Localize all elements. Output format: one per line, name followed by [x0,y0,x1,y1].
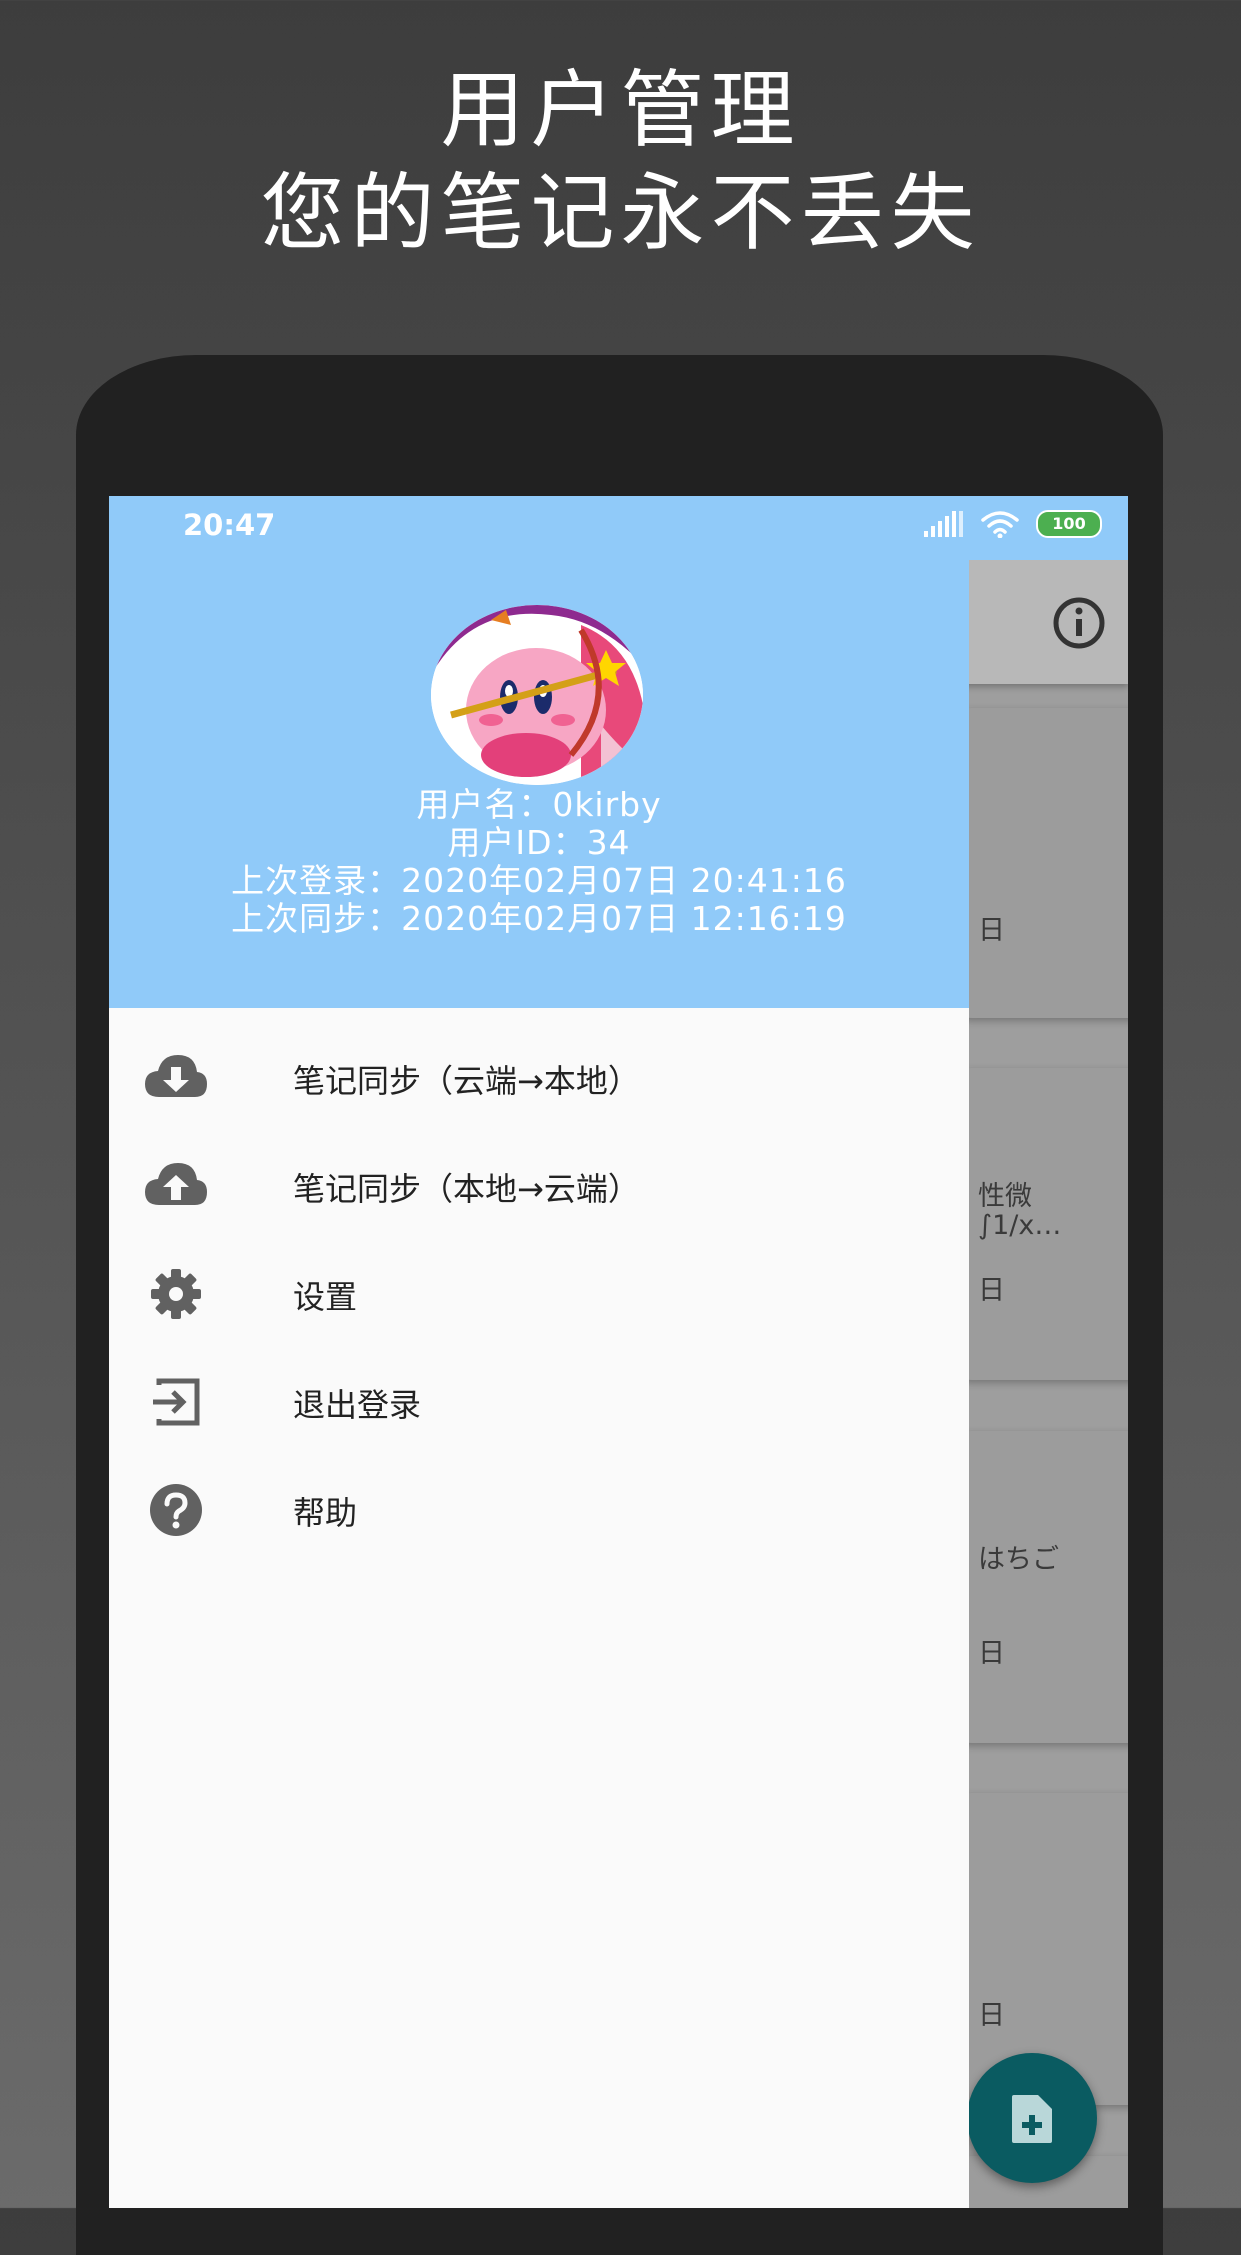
note-card[interactable]: 性微 ∫1/x… 日 [944,1068,1128,1380]
status-time: 20:47 [183,508,276,542]
signal-icon [924,511,963,537]
menu-item-sync-cloud-to-local[interactable]: 笔记同步（云端→本地） [109,1024,969,1132]
avatar[interactable] [431,605,643,785]
battery-indicator: 100 [1036,510,1102,538]
drawer-header: 用户名：0kirby 用户ID：34 上次登录：2020年02月07日 20:4… [109,560,969,1008]
status-bar: 20:47 100 [109,496,1128,560]
user-id-text: 用户ID：34 [447,823,631,862]
promo-title: 用户管理 [440,61,801,159]
menu-item-settings[interactable]: 设置 [109,1240,969,1348]
promo-subtitle: 您的笔记永不丢失 [260,164,981,262]
add-note-icon [1012,2095,1052,2143]
last-login-text: 上次登录：2020年02月07日 20:41:16 [231,861,847,900]
note-date: 日 [978,1275,1005,1306]
note-preview: 性微 [978,1181,1032,1212]
last-sync-text: 上次同步：2020年02月07日 12:16:19 [231,899,847,938]
note-date: 日 [978,2000,1005,2031]
logout-icon [153,1378,200,1426]
username-text: 用户名：0kirby [416,785,662,824]
cloud-upload-icon [145,1163,207,1205]
cloud-download-icon [145,1055,207,1097]
note-date: 日 [978,1638,1005,1669]
menu-item-label: 设置 [293,1278,358,1316]
add-note-button[interactable] [967,2053,1097,2183]
note-card[interactable]: 日 [944,708,1128,1018]
navigation-drawer: 用户名：0kirby 用户ID：34 上次登录：2020年02月07日 20:4… [109,496,969,2208]
help-icon [150,1484,202,1536]
info-icon[interactable] [1052,596,1106,650]
note-preview: はちご [978,1544,1059,1575]
menu-item-label: 笔记同步（云端→本地） [293,1062,640,1100]
menu-item-help[interactable]: 帮助 [109,1456,969,1564]
phone-screen: 日 性微 ∫1/x… 日 はちご 日 日 20:47 100 用户名：0kirb… [109,496,1128,2208]
menu-item-label: 退出登录 [293,1386,422,1424]
menu-item-logout[interactable]: 退出登录 [109,1348,969,1456]
note-card[interactable]: はちご 日 [944,1431,1128,1743]
note-date: 日 [978,915,1005,946]
gear-icon [151,1269,201,1319]
kirby-avatar-image [431,605,643,785]
wifi-icon [981,511,1019,538]
menu-item-label: 笔记同步（本地→云端） [293,1170,640,1208]
note-preview: ∫1/x… [978,1210,1062,1241]
menu-item-sync-local-to-cloud[interactable]: 笔记同步（本地→云端） [109,1132,969,1240]
menu-item-label: 帮助 [293,1494,358,1532]
